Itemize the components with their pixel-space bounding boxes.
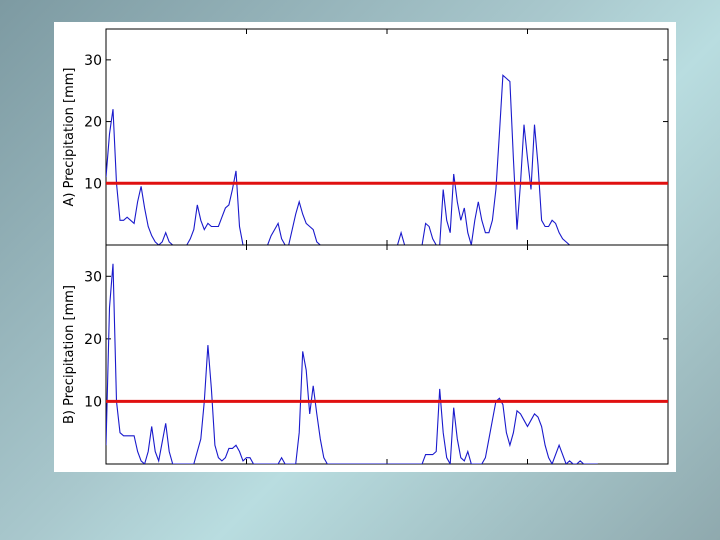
panel-b-frame [105, 244, 669, 465]
panel-a-ytick-label: 20 [84, 115, 102, 131]
precipitation-chart: 10 20 30 A) Precipitation [mm] 10 20 30 B) Prec… [62, 28, 669, 465]
panel-b-ylabel: B) Precipitation [mm] [62, 285, 77, 424]
panel-a-series-line [106, 74, 598, 245]
panel-a-ytick-label: 30 [84, 53, 102, 69]
slide-background: 10 20 30 A) Precipitation [mm] 10 20 30 B) Prec… [0, 0, 720, 540]
panel-b-ytick-label: 20 [84, 332, 102, 348]
panel-a-ylabel: A) Precipitation [mm] [62, 68, 77, 207]
panel-a-frame [105, 28, 669, 246]
panel-b-ytick-label: 10 [84, 394, 102, 410]
panel-a-ytick-label: 10 [84, 176, 102, 192]
figure: 10 20 30 A) Precipitation [mm] 10 20 30 B) Prec… [54, 22, 676, 472]
panel-b-series-line [106, 263, 598, 464]
panel-b-ytick-label: 30 [84, 269, 102, 285]
